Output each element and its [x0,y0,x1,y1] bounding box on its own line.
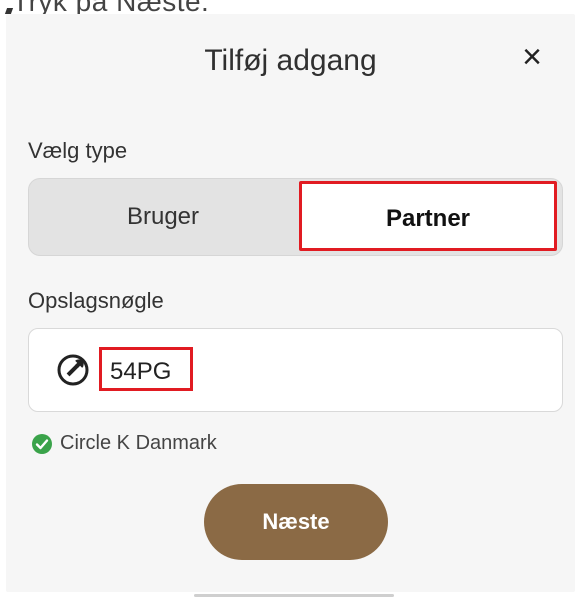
type-option-bruger[interactable]: Bruger [29,179,297,255]
type-segmented-control: Bruger Partner [28,178,563,256]
add-access-dialog: Tilføj adgang × Vælg type Bruger Partner… [6,14,575,597]
lookup-key-field[interactable]: 54PG [28,328,563,412]
status-text: Circle K Danmark [60,432,217,454]
next-button[interactable]: Næste [204,484,388,560]
type-option-partner[interactable]: Partner [299,181,557,251]
status-message: Circle K Danmark [32,432,217,455]
lookup-key-input[interactable]: 54PG [99,347,193,391]
close-icon[interactable]: × [515,40,549,74]
wrench-icon [57,354,89,386]
check-circle-icon [32,433,52,454]
lookup-key-label: Opslagsnøgle [28,288,164,313]
type-label: Vælg type [28,138,128,163]
dialog-title: Tilføj adgang [204,44,377,77]
